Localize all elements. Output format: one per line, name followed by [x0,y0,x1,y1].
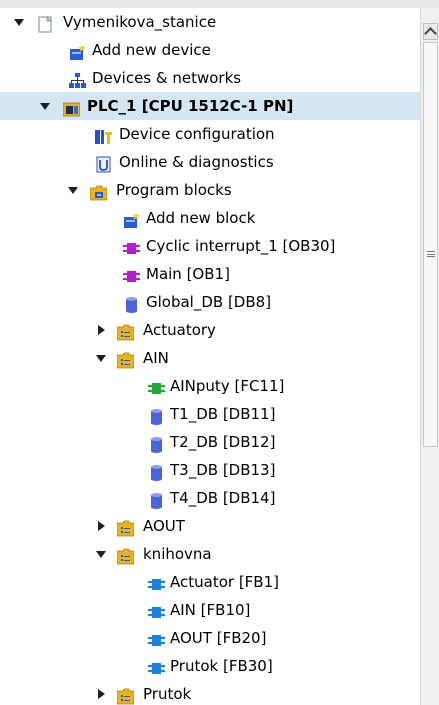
group-folder-icon [116,350,135,369]
fb-block-icon [148,574,165,591]
tree-item-label: Prutok [143,685,192,703]
plc-icon [62,98,81,117]
tree-item-plc[interactable]: PLC_1 [CPU 1512C-1 PN] [0,92,420,120]
scrollbar-thumb[interactable] [423,42,438,447]
tree-item-project[interactable]: Vymenikova_stanice [0,8,420,36]
project-icon [37,14,54,33]
tree-item-label: Add new device [92,41,211,59]
collapse-arrow-icon[interactable] [94,512,108,540]
tree-item-add-new-block[interactable]: Add new block [0,204,420,232]
project-tree: Vymenikova_stanice Add new device Device… [0,8,420,705]
fb-block-icon [148,658,165,675]
tree-item-t2-db[interactable]: T2_DB [DB12] [0,428,420,456]
tree-item-program-blocks[interactable]: Program blocks [0,176,420,204]
tree-item-label: T3_DB [DB13] [170,461,276,479]
tree-item-label: Actuator [FB1] [170,573,279,591]
tree-item-ain-group[interactable]: AIN [0,344,420,372]
db-icon [123,294,140,313]
tree-item-label: Main [OB1] [146,265,230,283]
tree-item-add-new-device[interactable]: Add new device [0,36,420,64]
db-icon [148,406,165,425]
group-folder-icon [116,322,135,341]
tree-item-knihovna[interactable]: knihovna [0,540,420,568]
fb-block-icon [148,630,165,647]
collapse-arrow-icon[interactable] [94,680,108,705]
tree-item-label: AOUT [FB20] [170,629,267,647]
tree-item-global-db[interactable]: Global_DB [DB8] [0,288,420,316]
add-device-icon [69,42,86,60]
folder-icon [89,182,108,201]
tree-item-label: PLC_1 [CPU 1512C-1 PN] [87,97,294,115]
tree-item-prutok-fb30[interactable]: Prutok [FB30] [0,652,420,680]
db-icon [148,434,165,453]
tree-item-label: Vymenikova_stanice [63,13,217,31]
group-folder-icon [116,546,135,565]
expand-arrow-icon[interactable] [66,176,80,204]
tree-item-label: Devices & networks [92,69,242,87]
diagnostics-icon [95,154,112,173]
db-icon [148,462,165,481]
tree-item-label: AOUT [143,517,185,535]
tree-item-label: T1_DB [DB11] [170,405,276,423]
tree-item-label: Prutok [FB30] [170,657,273,675]
tree-item-label: AINputy [FC11] [170,377,285,395]
tree-item-actuatory[interactable]: Actuatory [0,316,420,344]
chevron-up-icon [424,27,437,40]
tree-item-prutok-group[interactable]: Prutok [0,680,420,705]
ob-block-icon [123,238,140,255]
fb-block-icon [148,602,165,619]
tree-item-aout-fb20[interactable]: AOUT [FB20] [0,624,420,652]
expand-arrow-icon[interactable] [94,540,108,568]
tree-item-label: AIN [FB10] [170,601,251,619]
network-icon [69,70,86,88]
tree-item-label: knihovna [143,545,212,563]
expand-arrow-icon[interactable] [38,92,52,120]
collapse-arrow-icon[interactable] [94,316,108,344]
tree-item-label: AIN [143,349,169,367]
tree-item-label: Device configuration [119,125,275,143]
add-block-icon [123,210,140,228]
tree-item-device-configuration[interactable]: Device configuration [0,120,420,148]
db-icon [148,490,165,509]
tree-item-label: Program blocks [116,181,232,199]
tree-item-cyclic-interrupt[interactable]: Cyclic interrupt_1 [OB30] [0,232,420,260]
scroll-up-button[interactable] [423,23,438,40]
expand-arrow-icon[interactable] [94,344,108,372]
fc-block-icon [148,378,165,395]
tree-item-label: Global_DB [DB8] [146,293,272,311]
tree-item-aout-group[interactable]: AOUT [0,512,420,540]
tree-item-t4-db[interactable]: T4_DB [DB14] [0,484,420,512]
tree-item-actuator-fb1[interactable]: Actuator [FB1] [0,568,420,596]
tree-item-main-ob1[interactable]: Main [OB1] [0,260,420,288]
tree-item-label: Cyclic interrupt_1 [OB30] [146,237,336,255]
expand-arrow-icon[interactable] [12,8,26,36]
group-folder-icon [116,518,135,537]
group-folder-icon [116,686,135,705]
panel-top-strip [0,0,439,8]
tree-item-label: Online & diagnostics [119,153,274,171]
tree-item-label: Add new block [146,209,256,227]
tree-item-label: T2_DB [DB12] [170,433,276,451]
grip-icon [427,251,435,257]
tree-item-online-diagnostics[interactable]: Online & diagnostics [0,148,420,176]
ob-block-icon [123,266,140,283]
tree-item-t3-db[interactable]: T3_DB [DB13] [0,456,420,484]
device-config-icon [95,126,112,144]
tree-item-label: Actuatory [143,321,216,339]
vertical-scrollbar[interactable] [420,8,439,705]
tree-item-t1-db[interactable]: T1_DB [DB11] [0,400,420,428]
tree-item-ain-fb10[interactable]: AIN [FB10] [0,596,420,624]
tree-item-label: T4_DB [DB14] [170,489,276,507]
tree-item-ainputy-fc11[interactable]: AINputy [FC11] [0,372,420,400]
tree-item-devices-networks[interactable]: Devices & networks [0,64,420,92]
